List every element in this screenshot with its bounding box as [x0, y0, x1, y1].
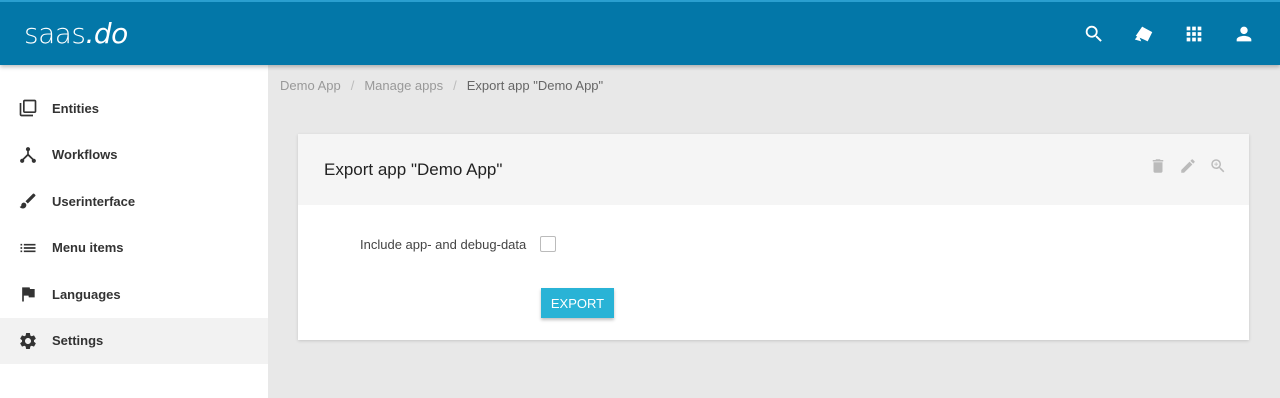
- sidebar-item-workflows[interactable]: Workflows: [0, 132, 268, 179]
- app-logo[interactable]: saas.do: [24, 17, 128, 50]
- sidebar-item-menu-items[interactable]: Menu items: [0, 225, 268, 272]
- card-title: Export app "Demo App": [324, 159, 503, 179]
- logo-text: saas: [24, 17, 86, 50]
- list-icon: [18, 238, 38, 258]
- sidebar-item-label: Settings: [52, 333, 104, 349]
- pencil-icon[interactable]: [1173, 154, 1203, 178]
- sidebar: Entities Workflows Userinterface Menu it…: [0, 65, 268, 398]
- sidebar-item-label: Entities: [52, 100, 99, 116]
- export-card: Export app "Demo App" Include app- and d…: [298, 134, 1249, 340]
- top-bar: saas.do: [0, 0, 1280, 65]
- scrollbar[interactable]: [1272, 65, 1280, 398]
- include-data-label: Include app- and debug-data: [360, 236, 527, 252]
- breadcrumb: Demo App / Manage apps / Export app "Dem…: [280, 78, 603, 93]
- breadcrumb-manage-apps[interactable]: Manage apps: [364, 78, 443, 93]
- sidebar-item-settings[interactable]: Settings: [0, 317, 268, 364]
- trash-icon[interactable]: [1143, 154, 1173, 178]
- export-button[interactable]: EXPORT: [541, 288, 614, 318]
- card-header: Export app "Demo App": [298, 134, 1249, 205]
- include-data-checkbox[interactable]: [540, 236, 556, 252]
- breadcrumb-separator: /: [350, 78, 355, 93]
- sidebar-item-entities[interactable]: Entities: [0, 85, 268, 132]
- apps-grid-icon[interactable]: [1174, 14, 1214, 54]
- tags-icon[interactable]: [1124, 14, 1164, 54]
- breadcrumb-demo-app[interactable]: Demo App: [280, 78, 341, 93]
- workflow-icon: [18, 145, 38, 165]
- entities-icon: [18, 98, 38, 118]
- sidebar-item-languages[interactable]: Languages: [0, 271, 268, 318]
- include-data-row: Include app- and debug-data: [360, 236, 556, 252]
- sidebar-item-userinterface[interactable]: Userinterface: [0, 178, 268, 225]
- sidebar-item-label: Userinterface: [52, 193, 136, 209]
- breadcrumb-current: Export app "Demo App": [466, 78, 604, 93]
- breadcrumb-separator: /: [453, 78, 457, 93]
- top-icons: [1064, 14, 1264, 54]
- sidebar-item-label: Menu items: [52, 240, 124, 256]
- main-content: Demo App / Manage apps / Export app "Dem…: [268, 65, 1280, 398]
- sidebar-item-label: Languages: [52, 286, 121, 302]
- gear-icon: [18, 331, 38, 351]
- brush-icon: [18, 191, 38, 211]
- sidebar-item-label: Workflows: [52, 147, 118, 163]
- flag-icon: [18, 284, 38, 304]
- card-actions: [1143, 154, 1233, 178]
- user-icon[interactable]: [1224, 14, 1264, 54]
- search-icon[interactable]: [1074, 14, 1114, 54]
- zoom-icon[interactable]: [1203, 154, 1233, 178]
- logo-suffix: .do: [85, 17, 129, 50]
